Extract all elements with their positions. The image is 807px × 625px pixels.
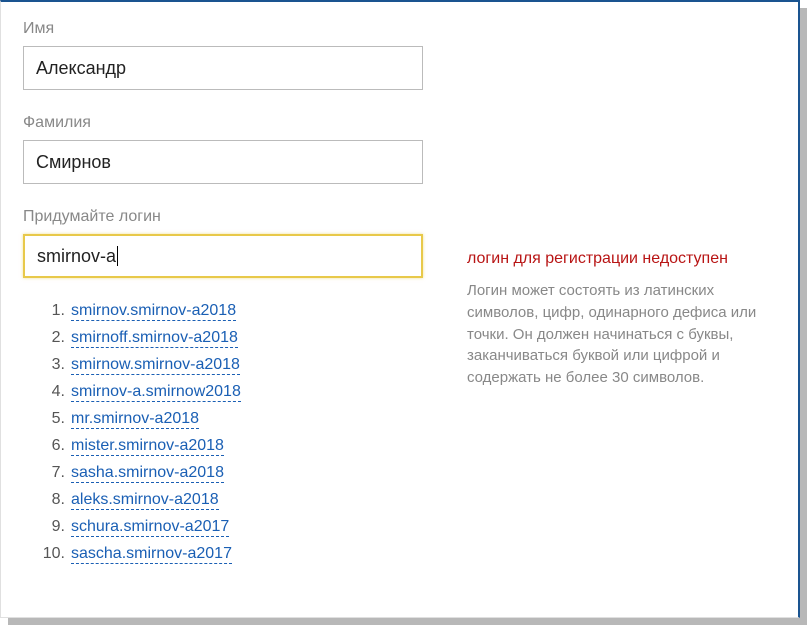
suggestion-number: 9.: [35, 518, 65, 536]
suggestion-number: 6.: [35, 437, 65, 455]
login-suggestion-item: 4. smirnov-a.smirnow2018: [35, 383, 443, 402]
login-suggestion-item: 7. sasha.smirnov-a2018: [35, 464, 443, 483]
first-name-input[interactable]: [23, 46, 423, 90]
shadow-right: [800, 8, 807, 625]
login-suggestion-item: 6. mister.smirnov-a2018: [35, 437, 443, 456]
last-name-input[interactable]: [23, 140, 423, 184]
error-body: Логин может состоять из латинских символ…: [467, 280, 776, 389]
login-suggestion-item: 5. mr.smirnov-a2018: [35, 410, 443, 429]
login-suggestion-item: 10. sascha.smirnov-a2017: [35, 545, 443, 564]
registration-panel: Имя Фамилия Придумайте логин smirnov-a 1: [0, 0, 800, 618]
form-column: Имя Фамилия Придумайте логин smirnov-a 1: [23, 20, 443, 580]
login-suggestion-link[interactable]: smirnoff.smirnov-a2018: [71, 329, 238, 348]
suggestion-number: 2.: [35, 329, 65, 347]
login-suggestion-link[interactable]: sasha.smirnov-a2018: [71, 464, 224, 483]
login-input-value: smirnov-a: [37, 246, 116, 267]
login-suggestion-link[interactable]: sascha.smirnov-a2017: [71, 545, 232, 564]
first-name-label: Имя: [23, 20, 443, 38]
login-suggestion-item: 3. smirnow.smirnov-a2018: [35, 356, 443, 375]
login-label: Придумайте логин: [23, 208, 443, 226]
login-suggestions-list: 1. smirnov.smirnov-a2018 2. smirnoff.smirno…: [23, 302, 443, 564]
login-suggestion-item: 1. smirnov.smirnov-a2018: [35, 302, 443, 321]
login-suggestion-link[interactable]: smirnov.smirnov-a2018: [71, 302, 236, 321]
last-name-label: Фамилия: [23, 114, 443, 132]
error-title: логин для регистрации недоступен: [467, 250, 776, 268]
suggestion-number: 1.: [35, 302, 65, 320]
login-suggestion-item: 8. aleks.smirnov-a2018: [35, 491, 443, 510]
login-suggestion-link[interactable]: aleks.smirnov-a2018: [71, 491, 219, 510]
login-suggestion-link[interactable]: mr.smirnov-a2018: [71, 410, 199, 429]
shadow-bottom: [8, 618, 807, 625]
suggestion-number: 5.: [35, 410, 65, 428]
suggestion-number: 3.: [35, 356, 65, 374]
suggestion-number: 7.: [35, 464, 65, 482]
suggestion-number: 8.: [35, 491, 65, 509]
login-suggestion-item: 9. schura.smirnov-a2017: [35, 518, 443, 537]
login-field: Придумайте логин smirnov-a: [23, 208, 443, 278]
suggestion-number: 4.: [35, 383, 65, 401]
login-suggestion-item: 2. smirnoff.smirnov-a2018: [35, 329, 443, 348]
login-input[interactable]: smirnov-a: [23, 234, 423, 278]
first-name-field: Имя: [23, 20, 443, 90]
login-suggestion-link[interactable]: smirnov-a.smirnow2018: [71, 383, 241, 402]
login-suggestion-link[interactable]: schura.smirnov-a2017: [71, 518, 229, 537]
login-suggestion-link[interactable]: mister.smirnov-a2018: [71, 437, 224, 456]
last-name-field: Фамилия: [23, 114, 443, 184]
suggestion-number: 10.: [35, 545, 65, 563]
message-column: логин для регистрации недоступен Логин м…: [467, 20, 776, 580]
text-caret-icon: [117, 246, 118, 266]
login-suggestion-link[interactable]: smirnow.smirnov-a2018: [71, 356, 240, 375]
